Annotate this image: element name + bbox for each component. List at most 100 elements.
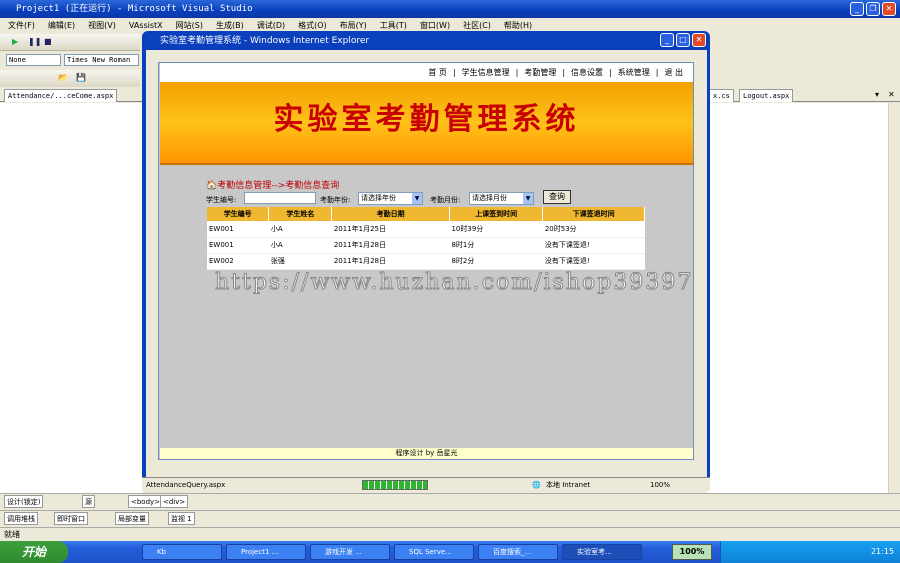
play-icon[interactable]: ▶ — [12, 37, 18, 46]
nav-settings[interactable]: 信息设置 — [571, 63, 603, 82]
vs-title-bar: Project1 (正在运行) - Microsoft Visual Studi… — [0, 0, 900, 18]
task-baidu[interactable]: 百度搜索_... — [478, 544, 558, 560]
cell: 没有下课签退! — [542, 253, 645, 270]
doc-tab-cs[interactable]: x.cs — [709, 89, 734, 102]
style-select[interactable]: None — [6, 54, 61, 66]
tab-immediate[interactable]: 即时窗口 — [54, 512, 88, 525]
col-date: 考勤日期 — [331, 207, 450, 221]
tab-close-icon[interactable]: ✕ — [888, 90, 895, 99]
start-button[interactable]: 开始 — [0, 541, 68, 563]
query-button[interactable]: 查询 — [543, 190, 571, 204]
cell: EW002 — [207, 253, 269, 270]
nav-logout[interactable]: 退 出 — [664, 63, 683, 82]
year-select[interactable]: 请选择年份 ▼ — [358, 192, 423, 205]
tab-watch[interactable]: 监视 1 — [168, 512, 195, 525]
ie-window-buttons: _ □ ✕ — [660, 33, 706, 47]
editor-view-bar: 设计(锁定) 源 <body> <div> — [0, 493, 900, 508]
ie-maximize-icon[interactable]: □ — [676, 33, 690, 47]
tab-locals[interactable]: 局部变量 — [115, 512, 149, 525]
task-project1[interactable]: Project1 ... — [226, 544, 306, 560]
editor-right[interactable] — [707, 103, 888, 493]
year-label: 考勤年份: — [320, 196, 351, 204]
ie-minimize-icon[interactable]: _ — [660, 33, 674, 47]
format-toolbar: None Times New Roman — [0, 52, 140, 69]
nav-system[interactable]: 系统管理 — [618, 63, 650, 82]
task-sql[interactable]: SQL Serve... — [394, 544, 474, 560]
attendance-table: 学生编号 学生姓名 考勤日期 上课签到时间 下课签退时间 EW001 小A 2011… — [207, 207, 645, 270]
vs-status-bar: 就绪 — [0, 527, 900, 541]
cell: 小A — [268, 237, 332, 254]
design-tab[interactable]: 设计(锁定) — [4, 495, 44, 508]
breadcrumb: 🏠考勤信息管理-->考勤信息查询 — [206, 178, 339, 191]
month-select-value: 请选择月份 — [472, 194, 507, 202]
cell: 2011年1月28日 — [331, 237, 450, 254]
nav-sep: | — [609, 68, 612, 77]
cell: EW001 — [207, 237, 269, 254]
cell: 8时1分 — [449, 237, 543, 254]
chevron-down-icon: ▼ — [412, 193, 422, 204]
nav-student-info[interactable]: 学生信息管理 — [462, 63, 510, 82]
col-checkout: 下课签退时间 — [542, 207, 645, 221]
menu-edit[interactable]: 编辑(E) — [48, 18, 75, 33]
task-lab[interactable]: 实验室考... — [562, 544, 642, 560]
nav-sep: | — [452, 68, 456, 77]
nav-attendance[interactable]: 考勤管理 — [524, 63, 556, 82]
tag-div[interactable]: <div> — [160, 495, 189, 508]
source-tab[interactable]: 源 — [82, 495, 95, 508]
editor-left[interactable] — [0, 103, 143, 493]
doc-tab-strip-right: x.cs Logout.aspx ▾ ✕ — [707, 89, 900, 102]
nav-home[interactable]: 首 页 — [428, 63, 447, 82]
cell: 20时53分 — [542, 221, 645, 238]
chevron-down-icon: ▼ — [523, 193, 533, 204]
tab-dropdown-icon[interactable]: ▾ — [875, 90, 879, 99]
table-row: EW002 张强 2011年1月28日 8时2分 没有下课签退! — [207, 253, 645, 270]
month-select[interactable]: 请选择月份 ▼ — [469, 192, 534, 205]
menu-file[interactable]: 文件(F) — [8, 18, 35, 33]
doc-tab-attendance[interactable]: Attendance/...ceCome.aspx — [4, 89, 118, 102]
cell: EW001 — [207, 221, 269, 238]
task-game[interactable]: 游戏开发 ... — [310, 544, 390, 560]
banner-title: 实验室考勤管理系统 — [273, 102, 580, 137]
ie-close-icon[interactable]: ✕ — [692, 33, 706, 47]
pause-icon[interactable]: ❚❚ — [28, 37, 41, 46]
stop-icon[interactable]: ■ — [44, 37, 52, 46]
debug-toolbar: ▶ ❚❚ ■ — [0, 34, 140, 51]
top-nav: 首 页 | 学生信息管理 | 考勤管理 | 信息设置 | 系统管理 | 退 出 — [160, 63, 693, 82]
zone-label: 本地 Intranet — [546, 481, 591, 489]
cell: 小A — [268, 221, 332, 238]
editor-scrollbar[interactable] — [888, 103, 900, 493]
doc-tab-logout[interactable]: Logout.aspx — [739, 89, 794, 102]
globe-icon: 🌐 — [532, 481, 541, 489]
tag-body[interactable]: <body> — [128, 495, 164, 508]
breadcrumb-icon: 🏠 — [206, 181, 218, 191]
watermark: https://www.huzhan.com/ishop39397 — [215, 270, 694, 296]
ie-title: 实验室考勤管理系统 - Windows Internet Explorer — [160, 36, 370, 46]
table-header: 学生编号 学生姓名 考勤日期 上课签到时间 下课签退时间 — [207, 207, 645, 221]
year-select-value: 请选择年份 — [361, 194, 396, 202]
debug-tabs: 调用堆栈 即时窗口 局部变量 监视 1 — [0, 510, 900, 526]
cell: 8时2分 — [449, 253, 543, 270]
restore-icon[interactable]: ❐ — [866, 2, 880, 16]
student-id-label: 学生编号: — [206, 196, 237, 204]
save-icon[interactable]: 💾 — [76, 73, 86, 82]
cell: 没有下课签退! — [542, 237, 645, 254]
task-kb[interactable]: Kb — [142, 544, 222, 560]
cell: 2011年1月25日 — [331, 221, 450, 238]
menu-view[interactable]: 视图(V) — [88, 18, 116, 33]
table-row: EW001 小A 2011年1月28日 8时1分 没有下课签退! — [207, 237, 645, 254]
vs-title: Project1 (正在运行) - Microsoft Visual Studi… — [16, 4, 253, 14]
col-checkin: 上课签到时间 — [449, 207, 544, 221]
cell: 张强 — [268, 253, 332, 270]
ie-status-bar: AttendanceQuery.aspx 🌐 本地 Intranet 100% — [142, 477, 710, 491]
open-folder-icon[interactable]: 📂 — [58, 73, 68, 82]
system-tray: 21:15 — [720, 541, 900, 563]
minimize-icon[interactable]: _ — [850, 2, 864, 16]
tab-call-stack[interactable]: 调用堆栈 — [4, 512, 38, 525]
student-id-input[interactable] — [244, 192, 316, 204]
zoom-label[interactable]: 100% — [650, 478, 670, 492]
month-label: 考勤月份: — [430, 196, 461, 204]
close-icon[interactable]: ✕ — [882, 2, 896, 16]
progress-bar — [362, 480, 428, 490]
font-select[interactable]: Times New Roman — [64, 54, 139, 66]
col-student-name: 学生姓名 — [268, 207, 333, 221]
